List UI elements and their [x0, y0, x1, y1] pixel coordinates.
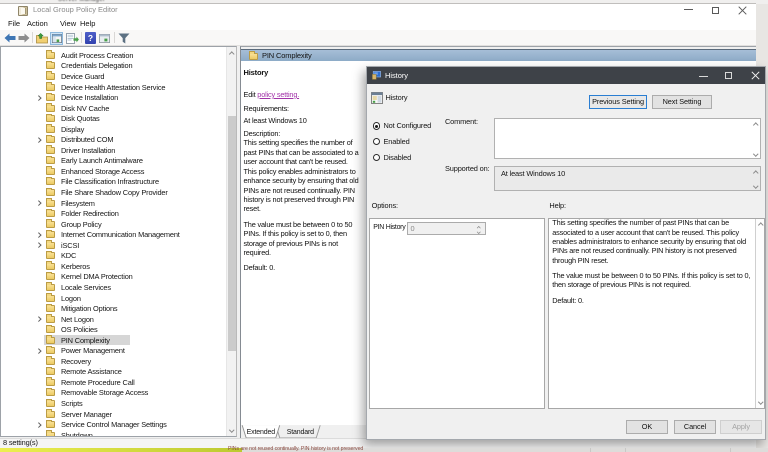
svg-text:Extended: Extended: [247, 430, 276, 437]
svg-text:Standard: Standard: [287, 430, 314, 437]
